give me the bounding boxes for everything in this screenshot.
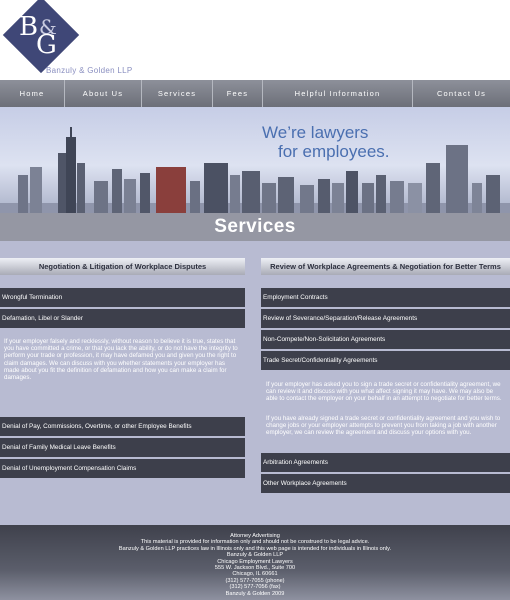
- trade-secret-description-2: If you have already signed a trade secre…: [266, 415, 501, 437]
- service-wrongful-termination[interactable]: Wrongful Termination: [0, 288, 245, 307]
- service-trade-secret[interactable]: Trade Secret/Confidentiality Agreements: [261, 351, 510, 370]
- nav-home[interactable]: Home: [0, 80, 65, 107]
- main-nav: Home About Us Services Fees Helpful Info…: [0, 80, 510, 107]
- trade-secret-description-1: If your employer has asked you to sign a…: [266, 381, 502, 403]
- right-column-heading: Review of Workplace Agreements & Negotia…: [261, 258, 510, 275]
- logo-letter-g: G: [36, 30, 57, 60]
- nav-services[interactable]: Services: [142, 80, 213, 107]
- nav-fees[interactable]: Fees: [213, 80, 263, 107]
- nav-helpful-information[interactable]: Helpful Information: [263, 80, 413, 107]
- service-defamation[interactable]: Defamation, Libel or Slander: [0, 309, 245, 328]
- service-non-compete[interactable]: Non-Compete/Non-Solicitation Agreements: [261, 330, 510, 349]
- nav-about-us[interactable]: About Us: [65, 80, 142, 107]
- city-skyline-image: [0, 127, 510, 213]
- page-title-band: Services: [0, 213, 510, 241]
- site-header: B & G Banzuly & Golden LLP: [0, 0, 510, 80]
- service-severance-review[interactable]: Review of Severance/Separation/Release A…: [261, 309, 510, 328]
- page-title: Services: [214, 216, 296, 237]
- service-arbitration-agreements[interactable]: Arbitration Agreements: [261, 453, 510, 472]
- service-employment-contracts[interactable]: Employment Contracts: [261, 288, 510, 307]
- service-other-workplace-agreements[interactable]: Other Workplace Agreements: [261, 474, 510, 493]
- service-family-medical-leave[interactable]: Denial of Family Medical Leave Benefits: [0, 438, 245, 457]
- site-footer: Attorney Advertising This material is pr…: [0, 525, 510, 600]
- service-denial-of-pay[interactable]: Denial of Pay, Commissions, Overtime, or…: [0, 417, 245, 436]
- hero-banner: We’re lawyers for employees.: [0, 107, 510, 213]
- left-column-heading: Negotiation & Litigation of Workplace Di…: [0, 258, 245, 275]
- service-unemployment-compensation[interactable]: Denial of Unemployment Compensation Clai…: [0, 459, 245, 478]
- firm-name: Banzuly & Golden LLP: [46, 66, 133, 75]
- defamation-description: If your employer falsely and recklessly,…: [4, 338, 238, 382]
- nav-contact-us[interactable]: Contact Us: [413, 80, 510, 107]
- footer-copyright: Banzuly & Golden 2009: [225, 590, 285, 597]
- logo-monogram: B & G: [19, 14, 65, 62]
- services-content: Negotiation & Litigation of Workplace Di…: [0, 241, 510, 525]
